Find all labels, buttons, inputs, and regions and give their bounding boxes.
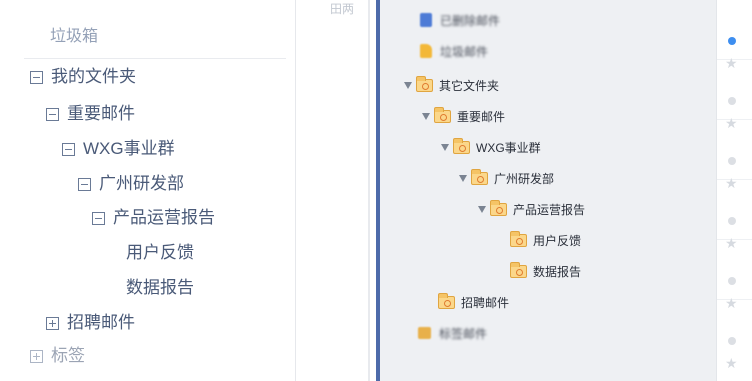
left-folder-data-report[interactable]: 数据报告 (126, 278, 194, 298)
folder-icon (438, 292, 455, 309)
mail-list-row[interactable]: ★ (717, 240, 752, 310)
folder-icon (490, 199, 507, 216)
left-folder-label: 我的文件夹 (51, 67, 136, 86)
left-folder-label: 广州研发部 (99, 174, 184, 193)
right-folder-important[interactable]: 重要邮件 (422, 106, 506, 125)
right-folder-tags[interactable]: 标签邮件 (418, 324, 487, 342)
left-folder-label: 数据报告 (126, 278, 194, 297)
right-folder-user-feedback[interactable]: 用户反馈 (510, 230, 582, 249)
read-dot-icon (728, 337, 736, 345)
left-folder-label: 标签 (51, 346, 85, 365)
folder-icon (510, 230, 527, 247)
left-folder-label: 用户反馈 (126, 243, 194, 262)
pane-divider (368, 0, 370, 381)
expanded-caret-icon[interactable] (478, 205, 486, 213)
left-folder-wxg[interactable]: WXG事业群 (62, 139, 175, 159)
mail-list-row[interactable]: ★ (717, 300, 752, 370)
folder-icon (434, 106, 451, 123)
right-folder-guangzhou-rd[interactable]: 广州研发部 (459, 168, 555, 187)
left-separator (24, 58, 286, 59)
left-folder-label: 招聘邮件 (67, 313, 135, 332)
folder-icon (416, 75, 433, 92)
right-folder-label: 广州研发部 (494, 171, 555, 186)
read-dot-icon (728, 217, 736, 225)
left-folder-guangzhou-rd[interactable]: 广州研发部 (78, 174, 184, 194)
star-icon[interactable]: ★ (725, 356, 738, 370)
mail-list-row[interactable]: ★ (717, 120, 752, 190)
read-dot-icon (728, 97, 736, 105)
right-folder-spam[interactable]: 垃圾邮件 (420, 42, 488, 60)
right-folder-label: 用户反馈 (533, 233, 582, 248)
left-folder-tree: 垃圾箱 我的文件夹 重要邮件 WXG事业群 广州研发部 产品运营报告 用户反馈 … (0, 0, 296, 381)
right-folder-wxg[interactable]: WXG事业群 (441, 137, 541, 156)
right-folder-product-ops[interactable]: 产品运营报告 (478, 199, 586, 218)
middle-strip: 田两 (296, 0, 368, 381)
right-folder-label: 数据报告 (533, 264, 582, 279)
cropped-text-snippet: 田两 (330, 2, 355, 16)
collapse-icon[interactable] (30, 70, 43, 84)
collapse-icon[interactable] (62, 142, 75, 156)
right-folder-data-report[interactable]: 数据报告 (510, 261, 582, 280)
mail-list-row[interactable]: ★ (717, 60, 752, 130)
expanded-caret-icon[interactable] (422, 112, 430, 120)
expand-icon[interactable] (30, 349, 43, 363)
left-folder-label: 产品运营报告 (113, 208, 215, 227)
collapse-icon[interactable] (78, 177, 91, 191)
right-folder-other[interactable]: 其它文件夹 (404, 75, 500, 94)
read-dot-icon (728, 157, 736, 165)
tag-icon (418, 327, 431, 339)
right-folder-label: WXG事业群 (476, 140, 541, 155)
expanded-caret-icon[interactable] (404, 81, 412, 89)
left-folder-important[interactable]: 重要邮件 (46, 104, 135, 124)
folder-icon (510, 261, 527, 278)
read-dot-icon (728, 277, 736, 285)
right-folder-label: 标签邮件 (439, 326, 488, 341)
right-folder-label: 垃圾邮件 (440, 44, 489, 59)
left-folder-user-feedback[interactable]: 用户反馈 (126, 243, 194, 263)
left-folder-my-folders[interactable]: 我的文件夹 (30, 67, 136, 87)
left-folder-tags[interactable]: 标签 (30, 346, 85, 366)
right-folder-label: 其它文件夹 (439, 78, 500, 93)
right-folder-tree: 已删除邮件 垃圾邮件 其它文件夹 重要邮件 WXG事业群 广州研发部 产品运营报… (380, 0, 716, 381)
trash-icon (420, 13, 432, 27)
left-folder-label: 重要邮件 (67, 104, 135, 123)
right-folder-label: 重要邮件 (457, 109, 506, 124)
collapse-icon[interactable] (46, 107, 59, 121)
mail-list-row[interactable]: ★ (717, 180, 752, 250)
left-trash-folder[interactable]: 垃圾箱 (50, 22, 98, 46)
folder-icon (453, 137, 470, 154)
expand-icon[interactable] (46, 316, 59, 330)
right-folder-label: 招聘邮件 (461, 295, 510, 310)
expanded-caret-icon[interactable] (441, 143, 449, 151)
right-folder-label: 已删除邮件 (440, 13, 501, 28)
left-folder-label: WXG事业群 (83, 139, 175, 158)
spam-icon (420, 44, 432, 58)
right-folder-label: 产品运营报告 (513, 202, 586, 217)
right-folder-deleted[interactable]: 已删除邮件 (420, 11, 500, 29)
right-folder-recruiting[interactable]: 招聘邮件 (438, 292, 510, 311)
left-folder-recruiting[interactable]: 招聘邮件 (46, 313, 135, 333)
mail-list-edge: ★ ★ ★ ★ ★ ★ (716, 0, 752, 381)
mail-list-row[interactable]: ★ (717, 0, 752, 70)
unread-dot-icon (728, 37, 736, 45)
folder-icon (471, 168, 488, 185)
expanded-caret-icon[interactable] (459, 174, 467, 182)
left-folder-product-ops[interactable]: 产品运营报告 (92, 208, 215, 228)
collapse-icon[interactable] (92, 211, 105, 225)
